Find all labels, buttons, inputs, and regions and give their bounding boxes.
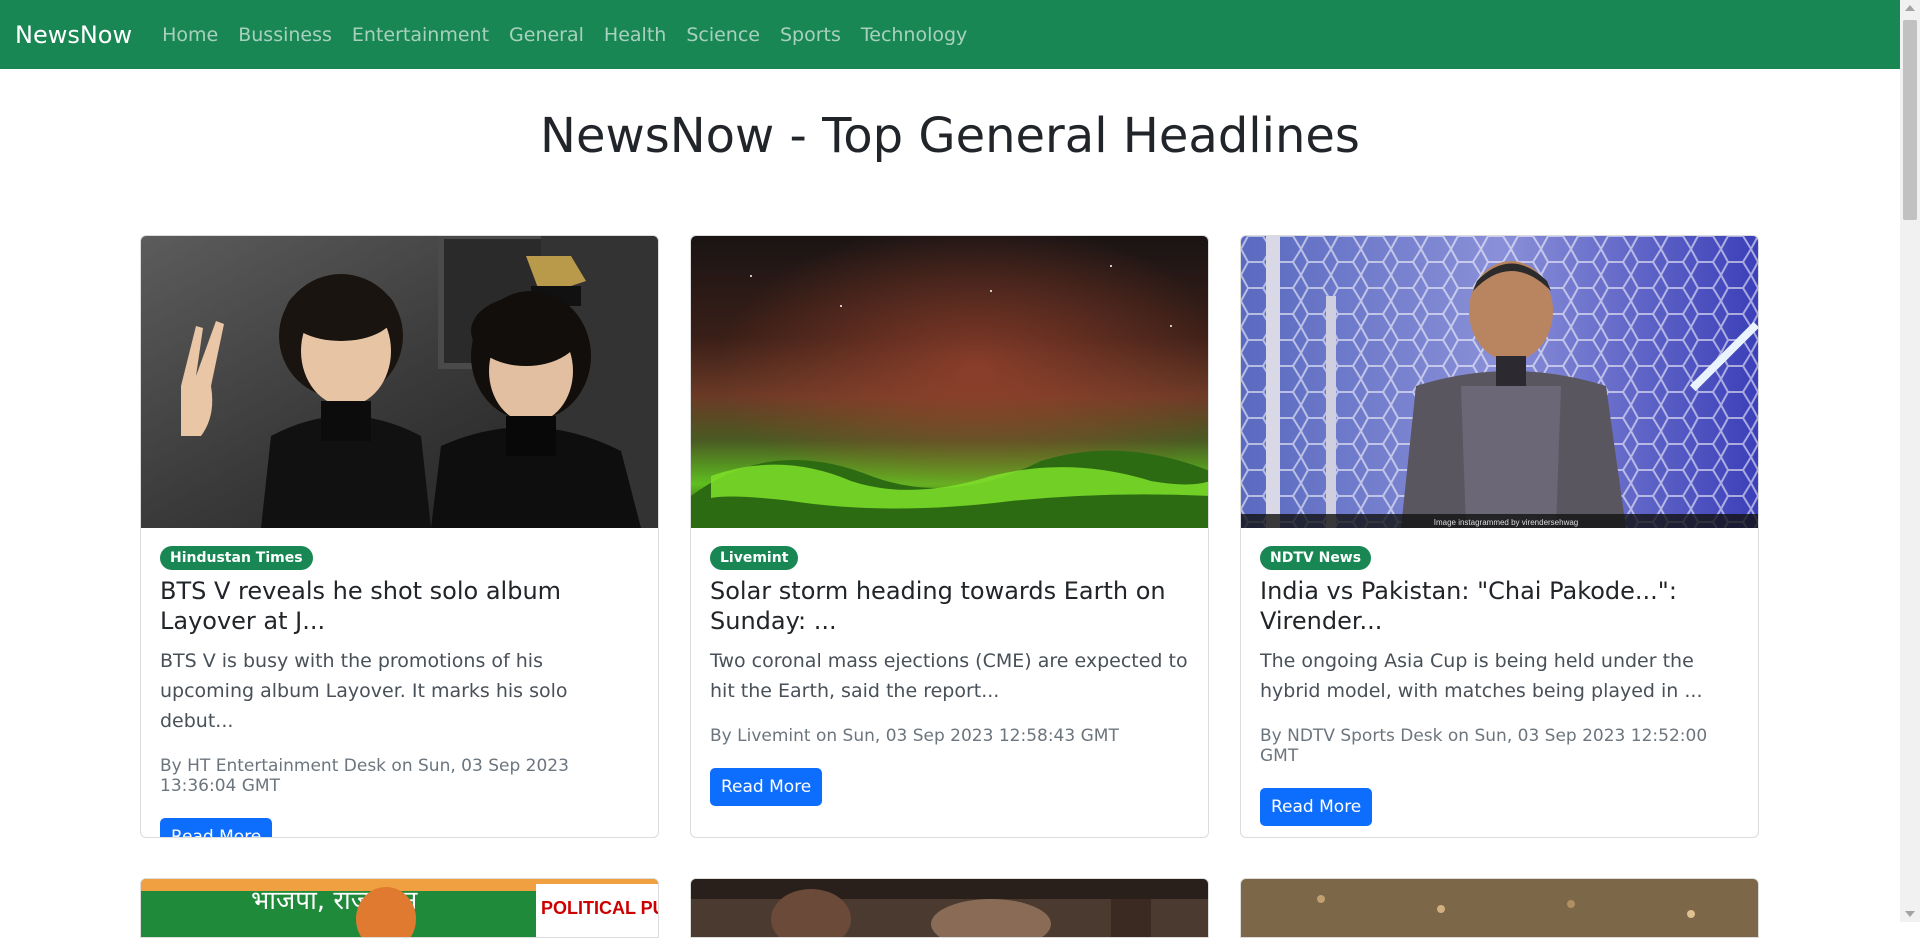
nav-link-technology[interactable]: Technology (861, 24, 967, 46)
news-image: Image instagrammed by virendersehwag (1241, 236, 1758, 528)
image-caption: Image instagrammed by virendersehwag (1434, 518, 1579, 527)
navbar: NewsNow Home Bussiness Entertainment Gen… (0, 0, 1900, 69)
source-badge: Hindustan Times (160, 546, 313, 570)
card-body: NDTV News India vs Pakistan: "Chai Pakod… (1241, 528, 1758, 826)
nav-link-science[interactable]: Science (686, 24, 760, 46)
scroll-down-icon[interactable] (1905, 911, 1915, 917)
aurora-photo (691, 236, 1208, 528)
page-scrollbar[interactable] (1900, 0, 1920, 922)
sehwag-photo: Image instagrammed by virendersehwag (1241, 236, 1758, 528)
page-title: NewsNow - Top General Headlines (540, 108, 1360, 164)
scroll-up-icon[interactable] (1905, 5, 1915, 11)
card-body: Hindustan Times BTS V reveals he shot so… (141, 528, 658, 837)
read-more-button[interactable]: Read More (710, 768, 823, 806)
news-photo (691, 879, 1208, 937)
brand-logo[interactable]: NewsNow (15, 21, 132, 49)
card-body: Livemint Solar storm heading towards Ear… (691, 528, 1208, 806)
card-byline: By HT Entertainment Desk on Sun, 03 Sep … (160, 756, 569, 796)
news-card: भाजपा, राजस्थान POLITICAL PULSE (140, 878, 659, 938)
news-card (690, 878, 1209, 938)
card-byline: By NDTV Sports Desk on Sun, 03 Sep 2023 … (1260, 726, 1708, 766)
source-badge: NDTV News (1260, 546, 1372, 570)
card-title: Solar storm heading towards Earth on Sun… (710, 577, 1166, 635)
news-image (691, 236, 1208, 528)
card-byline: By Livemint on Sun, 03 Sep 2023 12:58:43… (710, 726, 1119, 746)
source-badge: Livemint (710, 546, 799, 570)
bts-photo (141, 236, 658, 528)
stadium-photo (1241, 879, 1758, 937)
news-image (141, 236, 658, 528)
news-card: Livemint Solar storm heading towards Ear… (690, 235, 1209, 838)
card-description: BTS V is busy with the promotions of his… (160, 650, 568, 732)
news-card (1240, 878, 1759, 938)
scroll-thumb[interactable] (1903, 20, 1917, 220)
nav-links: Home Bussiness Entertainment General Hea… (162, 24, 987, 46)
read-more-button[interactable]: Read More (160, 818, 273, 837)
nav-link-general[interactable]: General (509, 24, 584, 46)
read-more-button[interactable]: Read More (1260, 788, 1373, 826)
card-description: The ongoing Asia Cup is being held under… (1260, 650, 1703, 702)
political-poster-photo: भाजपा, राजस्थान POLITICAL PULSE (141, 879, 659, 937)
nav-link-health[interactable]: Health (604, 24, 666, 46)
nav-link-home[interactable]: Home (162, 24, 218, 46)
card-description: Two coronal mass ejections (CME) are exp… (710, 650, 1188, 702)
nav-link-sports[interactable]: Sports (780, 24, 841, 46)
nav-link-business[interactable]: Bussiness (238, 24, 332, 46)
news-card: Hindustan Times BTS V reveals he shot so… (140, 235, 659, 838)
news-card: Image instagrammed by virendersehwag NDT… (1240, 235, 1759, 838)
poster-brand-text: POLITICAL PULSE (541, 898, 659, 918)
card-title: BTS V reveals he shot solo album Layover… (160, 577, 562, 635)
card-title: India vs Pakistan: "Chai Pakode...": Vir… (1260, 577, 1677, 635)
nav-link-entertainment[interactable]: Entertainment (352, 24, 489, 46)
